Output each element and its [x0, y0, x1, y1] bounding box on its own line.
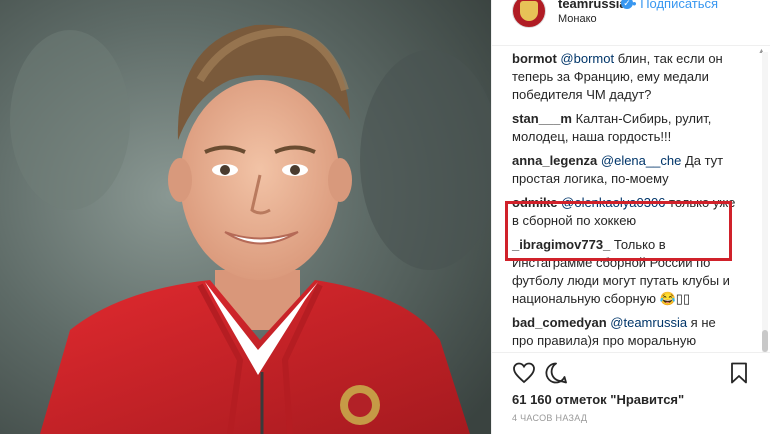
- comment-item: odmike @olenkaolya0306 только уже в сбор…: [512, 194, 740, 230]
- comment-username[interactable]: bormot: [512, 51, 557, 66]
- post-actions: 61 160 отметок "Нравится" 4 ЧАСОВ НАЗАД: [492, 352, 770, 434]
- bookmark-icon[interactable]: [727, 361, 751, 385]
- comment-item: stan___m Калтан-Сибирь, рулит, молодец, …: [512, 110, 740, 146]
- comment-mention[interactable]: @olenkaolya0306: [561, 195, 665, 210]
- post-location[interactable]: Монако: [558, 13, 597, 25]
- post-header: teamrussia ✓ • Подписаться Монако: [492, 0, 770, 46]
- comment-username[interactable]: stan___m: [512, 111, 572, 126]
- likes-count[interactable]: 61 160 отметок "Нравится": [512, 392, 684, 407]
- comment-mention[interactable]: @elena__che: [601, 153, 681, 168]
- comment-username[interactable]: bad_comedyan: [512, 315, 607, 330]
- avatar[interactable]: [512, 0, 546, 28]
- comment-item: bad_comedyan @teamrussia я не про правил…: [512, 314, 740, 352]
- post-photo: [0, 0, 491, 434]
- follow-button[interactable]: • Подписаться: [632, 0, 718, 11]
- comment-item: bormot @bormot блин, так если он теперь …: [512, 50, 740, 104]
- comment-item: anna_legenza @elena__che Да тут простая …: [512, 152, 740, 188]
- comment-username[interactable]: _ibragimov773_: [512, 237, 610, 252]
- comment-username[interactable]: odmike: [512, 195, 558, 210]
- post-timestamp[interactable]: 4 ЧАСОВ НАЗАД: [512, 413, 587, 423]
- comments-scrollbar[interactable]: [762, 52, 768, 352]
- post-username[interactable]: teamrussia: [558, 0, 627, 11]
- heart-icon[interactable]: [512, 361, 536, 385]
- emblem-icon: [520, 1, 538, 21]
- comment-mention[interactable]: @teamrussia: [610, 315, 687, 330]
- player-photo: [0, 0, 491, 434]
- follow-label: Подписаться: [640, 0, 719, 11]
- separator-dot: •: [632, 0, 637, 11]
- scrollbar-thumb[interactable]: [762, 330, 768, 352]
- comment-item-highlighted: _ibragimov773_ Только в Инстаграмме сбор…: [512, 236, 740, 308]
- comments-list[interactable]: bormot @bormot блин, так если он теперь …: [492, 46, 758, 352]
- comment-username[interactable]: anna_legenza: [512, 153, 597, 168]
- comment-mention[interactable]: @bormot: [560, 51, 614, 66]
- post-side-panel: teamrussia ✓ • Подписаться Монако bormot…: [491, 0, 770, 434]
- comment-icon[interactable]: [544, 361, 568, 385]
